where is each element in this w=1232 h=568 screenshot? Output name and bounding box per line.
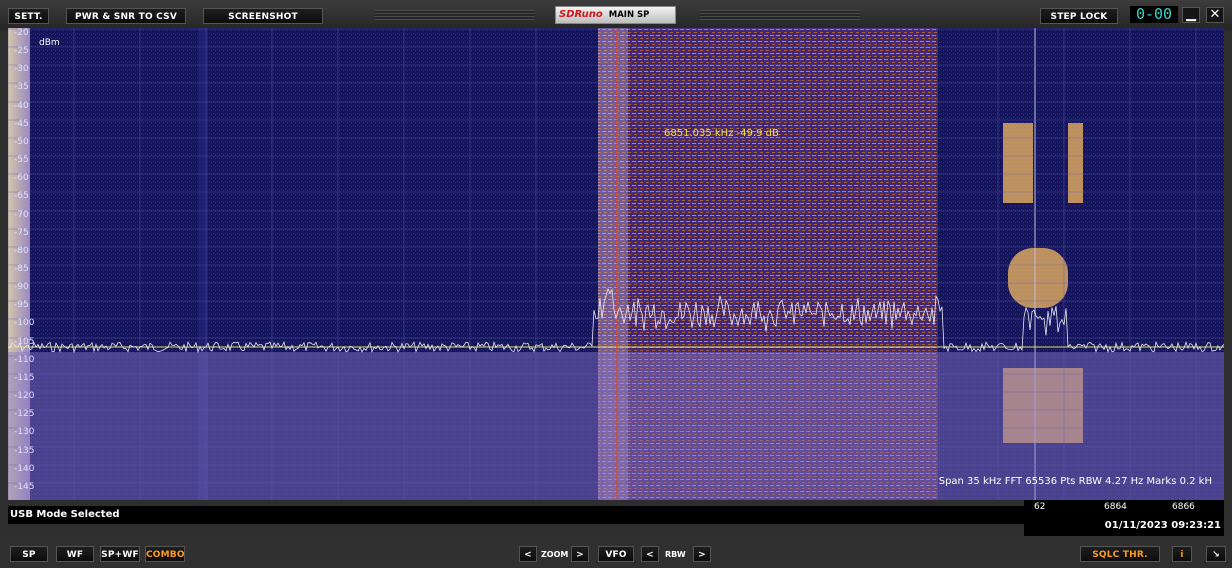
y-tick-label: -90: [14, 282, 29, 292]
combo-button[interactable]: COMBO: [145, 546, 185, 562]
pwr-snr-csv-button[interactable]: PWR & SNR TO CSV: [66, 8, 186, 24]
logo-brand: SDRuno: [559, 9, 603, 20]
y-tick-label: -100: [14, 318, 35, 328]
screenshot-button[interactable]: SCREENSHOT: [203, 8, 323, 24]
unit-label: dBm: [39, 38, 60, 48]
app-logo: SDRuno MAIN SP: [555, 6, 676, 24]
y-tick-label: -85: [14, 264, 29, 274]
y-tick-label: -45: [14, 119, 29, 129]
y-tick-label: -70: [14, 210, 29, 220]
y-tick-label: -120: [14, 391, 35, 401]
spectrum-info: Span 35 kHz FFT 65536 Pts RBW 4.27 Hz Ma…: [938, 476, 1212, 487]
close-icon[interactable]: ✕: [1206, 7, 1224, 23]
info-icon[interactable]: i: [1172, 546, 1192, 562]
status-text: USB Mode Selected: [8, 506, 1024, 524]
wf-button[interactable]: WF: [56, 546, 94, 562]
top-toolbar: SETT. PWR & SNR TO CSV SCREENSHOT SDRuno…: [0, 0, 1232, 30]
y-tick-label: -20: [14, 28, 29, 38]
y-tick-label: -60: [14, 173, 29, 183]
sqlc-thr-button[interactable]: SQLC THR.: [1080, 546, 1160, 562]
y-tick-label: -105: [14, 337, 35, 347]
sp-button[interactable]: SP: [10, 546, 48, 562]
x-label-1: 62: [1034, 502, 1046, 512]
y-tick-label: -125: [14, 409, 35, 419]
settings-button[interactable]: SETT.: [8, 8, 49, 24]
y-tick-label: -65: [14, 191, 29, 201]
rbw-down-button[interactable]: <: [641, 546, 659, 562]
drag-grip-right[interactable]: [700, 10, 860, 20]
y-tick-label: -95: [14, 300, 29, 310]
step-lock-button[interactable]: STEP LOCK: [1040, 8, 1118, 24]
cursor-readout: 6851.035 kHz -49.9 dB: [664, 128, 779, 139]
y-tick-label: -110: [14, 355, 35, 365]
y-tick-label: -145: [14, 482, 35, 492]
drag-grip-left[interactable]: [375, 10, 535, 20]
frequency-axis: 62 6864 6866: [1024, 500, 1224, 516]
resize-icon[interactable]: ↘: [1206, 546, 1226, 562]
waterfall-canvas: [8, 28, 1224, 500]
minimize-icon[interactable]: ▁: [1182, 7, 1200, 23]
bottom-toolbar: SP WF SP+WF COMBO < ZOOM > VFO < RBW > S…: [0, 536, 1232, 568]
zoom-in-button[interactable]: >: [571, 546, 589, 562]
y-tick-label: -80: [14, 246, 29, 256]
lcd-display: 0-00: [1130, 6, 1178, 23]
y-tick-label: -55: [14, 155, 29, 165]
y-tick-label: -50: [14, 137, 29, 147]
y-tick-label: -115: [14, 373, 35, 383]
y-tick-label: -40: [14, 101, 29, 111]
y-tick-label: -75: [14, 228, 29, 238]
x-label-3: 6866: [1172, 502, 1195, 512]
y-tick-label: -30: [14, 64, 29, 74]
window-title: MAIN SP: [608, 10, 650, 20]
y-tick-label: -130: [14, 427, 35, 437]
spectrum-waterfall-display[interactable]: dBm -20 -25 -30 -35 -40 -45 -50 -55 -60 -65 -70 -75…: [8, 28, 1224, 500]
zoom-label: ZOOM: [541, 550, 569, 559]
datetime-display: 01/11/2023 09:23:21: [1024, 516, 1224, 536]
rbw-up-button[interactable]: >: [693, 546, 711, 562]
y-tick-label: -140: [14, 464, 35, 474]
x-label-2: 6864: [1104, 502, 1127, 512]
rbw-label: RBW: [665, 550, 686, 559]
y-tick-label: -25: [14, 46, 29, 56]
y-tick-label: -135: [14, 446, 35, 456]
zoom-out-button[interactable]: <: [519, 546, 537, 562]
y-tick-label: -35: [14, 82, 29, 92]
vfo-button[interactable]: VFO: [598, 546, 634, 562]
sp-wf-button[interactable]: SP+WF: [100, 546, 140, 562]
